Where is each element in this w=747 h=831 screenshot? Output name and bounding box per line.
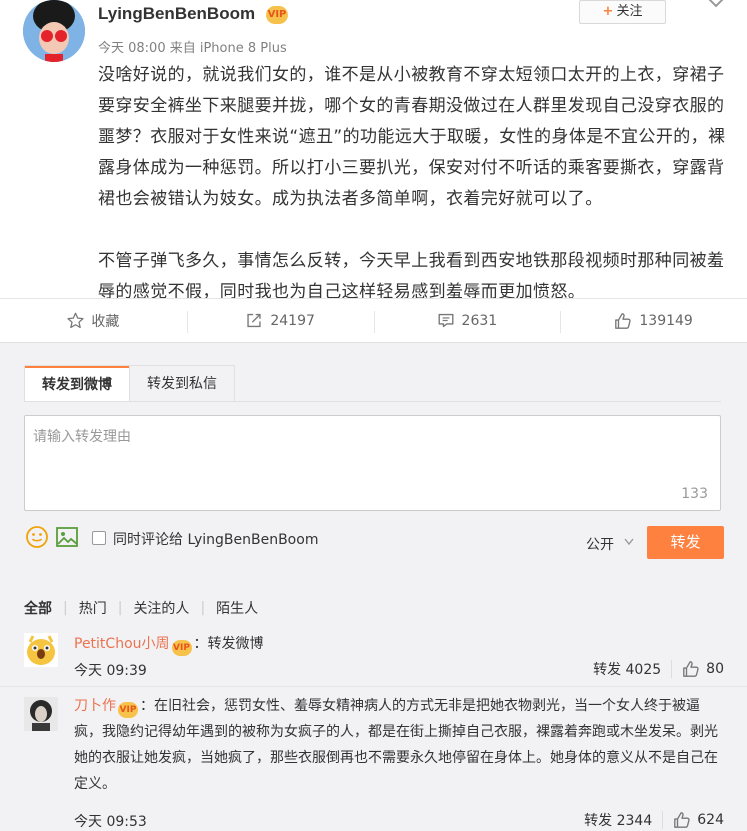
image-icon[interactable] <box>56 527 78 547</box>
comment-item: PetitChou小周 VIP ：转发微博 今天 09:39 转发 4025 80 <box>0 625 747 683</box>
thumbs-up-icon[interactable] <box>682 660 700 678</box>
comment-button[interactable]: 2631 <box>373 299 561 342</box>
comment-time: 今天 09:39 <box>74 663 147 679</box>
comment-stats: 转发 2344 624 <box>584 810 724 830</box>
also-comment-label[interactable]: 同时评论给 LyingBenBenBoom <box>113 529 318 549</box>
action-bar: 收藏 24197 2631 139149 <box>0 298 747 350</box>
comment-item: 刀卜作 VIP ：在旧社会，惩罚女性、羞辱女精神病人的方式无非是把她衣物剥光，当一个… <box>0 686 747 830</box>
repost-submit-button[interactable]: 转发 <box>647 526 724 559</box>
repost-count: 24197 <box>270 312 315 329</box>
filter-strangers[interactable]: 陌生人 <box>205 598 269 618</box>
thumbs-up-icon <box>615 312 632 329</box>
repost-button[interactable]: 24197 <box>186 299 374 350</box>
comment-stats: 转发 4025 80 <box>593 659 724 679</box>
follow-label: 关注 <box>616 4 643 19</box>
avatar[interactable] <box>24 697 58 731</box>
comment-body: 刀卜作 VIP ：在旧社会，惩罚女性、羞辱女精神病人的方式无非是把她衣物剥光，当一个… <box>74 693 724 797</box>
vip-badge-icon: VIP <box>266 6 288 24</box>
repost-reason-placeholder: 请输入转发理由 <box>33 429 131 445</box>
post-card: LyingBenBenBoom VIP 今天 08:00 来自 iPhone 8… <box>0 0 747 302</box>
divider <box>24 401 721 402</box>
divider <box>662 811 664 829</box>
comment-body: PetitChou小周 VIP ：转发微博 <box>74 631 724 657</box>
comment-time: 今天 09:53 <box>74 814 147 830</box>
comment-like-count: 624 <box>697 812 724 828</box>
comment-author[interactable]: PetitChou小周 <box>74 636 170 652</box>
like-count: 139149 <box>639 312 693 329</box>
user-avatar[interactable] <box>23 0 85 62</box>
like-button[interactable]: 139149 <box>560 299 747 342</box>
comment-icon <box>438 313 454 328</box>
avatar[interactable] <box>24 633 58 667</box>
comment-like-count: 80 <box>706 661 724 677</box>
vip-badge-icon: VIP <box>171 640 192 656</box>
comment-text: ：在旧社会，惩罚女性、羞辱女精神病人的方式无非是把她衣物剥光，当一个女人终于被逼… <box>74 698 718 792</box>
comment-count: 2631 <box>461 312 498 329</box>
repost-icon <box>247 313 261 328</box>
comment-repost-button[interactable]: 转发 2344 <box>584 810 652 830</box>
chevron-down-icon[interactable] <box>624 538 634 546</box>
post-username[interactable]: LyingBenBenBoom <box>98 4 255 24</box>
collect-label: 收藏 <box>91 313 120 330</box>
star-icon <box>67 312 84 329</box>
comment-text: ：转发微博 <box>193 636 264 652</box>
repost-panel: 转发到微博 转发到私信 请输入转发理由 133 同时评论给 LyingBenBe… <box>0 342 747 830</box>
emoji-icon[interactable] <box>26 526 48 548</box>
post-meta: 今天 08:00 来自 iPhone 8 Plus <box>98 41 287 56</box>
comment-author[interactable]: 刀卜作 <box>74 698 116 714</box>
thumbs-up-icon[interactable] <box>673 811 691 829</box>
follow-button[interactable]: + 关注 <box>579 0 666 24</box>
comment-filters: 全部 | 热门 | 关注的人 | 陌生人 <box>24 598 269 618</box>
chevron-down-icon[interactable] <box>706 0 726 12</box>
post-paragraph: 没啥好说的，就说我们女的，谁不是从小被教育不穿太短领口太开的上衣，穿裙子要穿安全… <box>98 65 726 209</box>
char-counter: 133 <box>681 486 708 502</box>
repost-tabs: 转发到微博 转发到私信 <box>24 365 235 402</box>
plus-icon: + <box>602 4 614 19</box>
filter-following[interactable]: 关注的人 <box>122 598 200 618</box>
comment-repost-button[interactable]: 转发 4025 <box>593 659 661 679</box>
tab-repost-to-message[interactable]: 转发到私信 <box>129 366 234 402</box>
collect-button[interactable]: 收藏 <box>0 299 187 342</box>
visibility-select[interactable]: 公开 <box>586 534 614 554</box>
filter-all[interactable]: 全部 <box>24 598 63 618</box>
tab-repost-to-weibo[interactable]: 转发到微博 <box>25 366 129 402</box>
divider <box>671 660 673 678</box>
repost-reason-input[interactable]: 请输入转发理由 133 <box>24 415 721 511</box>
filter-hot[interactable]: 热门 <box>68 598 118 618</box>
also-comment-checkbox[interactable] <box>92 531 106 545</box>
vip-badge-icon: VIP <box>118 702 138 718</box>
